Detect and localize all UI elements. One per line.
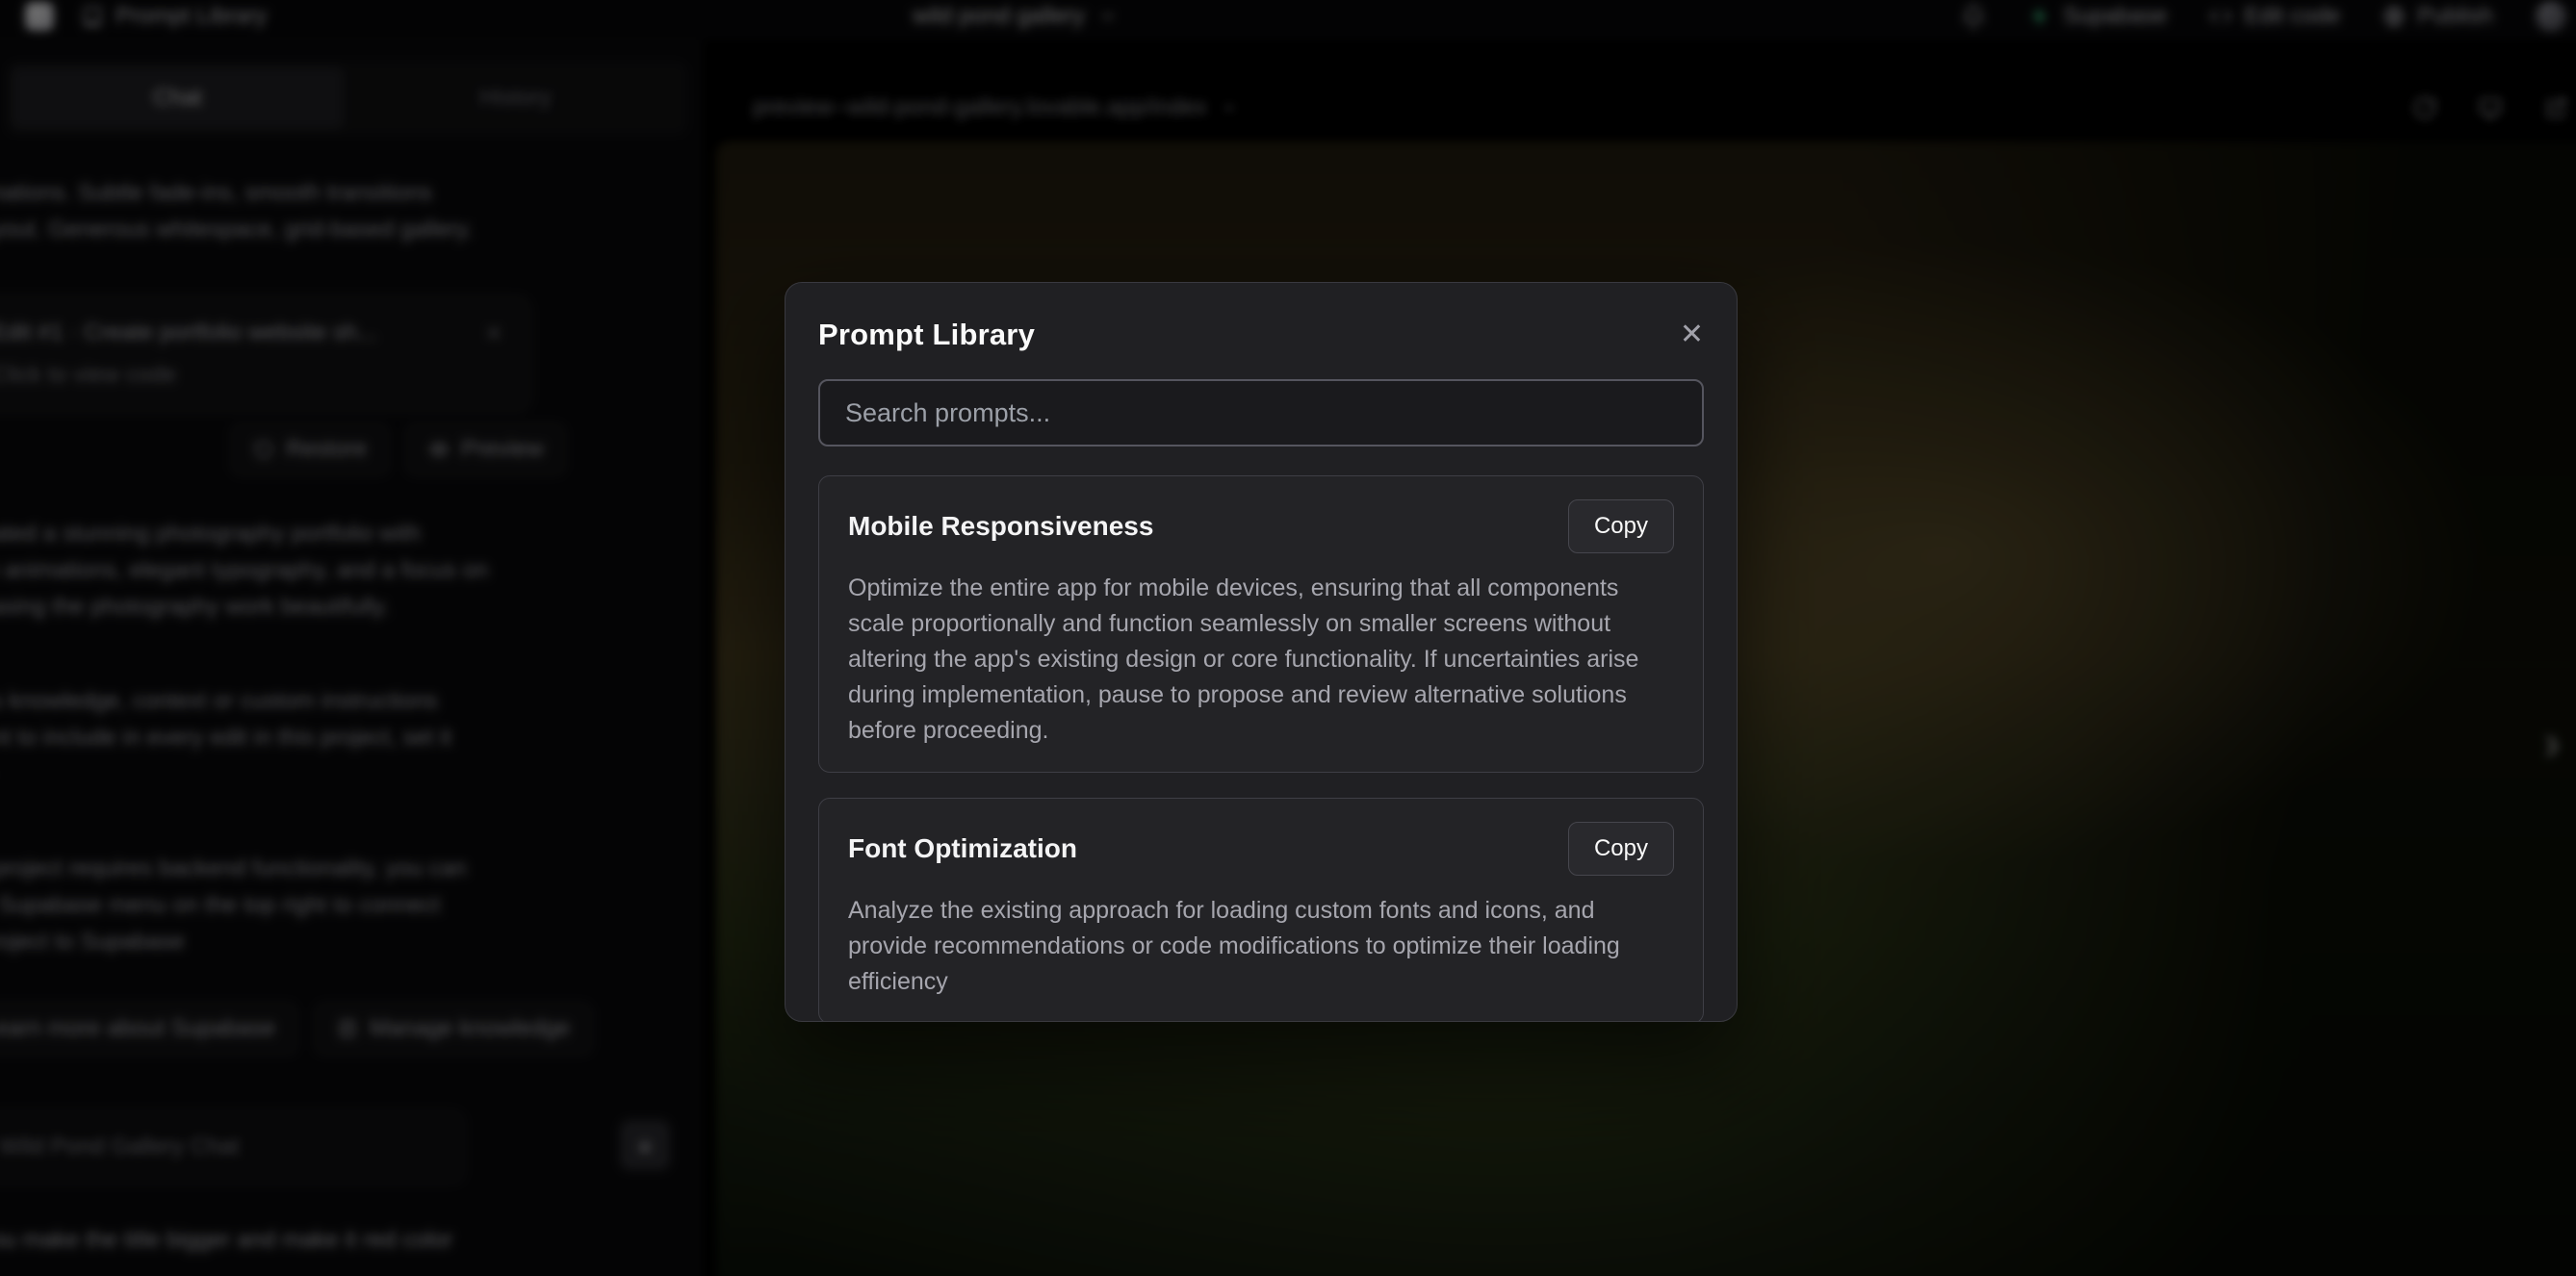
prompt-card: Mobile Responsiveness Copy Optimize the … bbox=[818, 475, 1704, 773]
prompt-title: Font Optimization bbox=[848, 833, 1077, 864]
prompt-body: Analyze the existing approach for loadin… bbox=[848, 893, 1674, 1000]
screen: Prompt Library wild pond gallery Supabas… bbox=[0, 0, 2576, 1276]
prompt-list: Mobile Responsiveness Copy Optimize the … bbox=[818, 475, 1704, 1022]
modal-title: Prompt Library bbox=[818, 318, 1035, 352]
search-input[interactable] bbox=[818, 379, 1704, 447]
prompt-title: Mobile Responsiveness bbox=[848, 511, 1153, 542]
copy-button[interactable]: Copy bbox=[1568, 499, 1674, 553]
prompt-body: Optimize the entire app for mobile devic… bbox=[848, 571, 1674, 749]
modal-close-button[interactable]: ✕ bbox=[1680, 320, 1704, 349]
prompt-card: Font Optimization Copy Analyze the exist… bbox=[818, 798, 1704, 1022]
copy-button[interactable]: Copy bbox=[1568, 822, 1674, 876]
prompt-library-modal: Prompt Library ✕ Mobile Responsiveness C… bbox=[785, 282, 1738, 1022]
